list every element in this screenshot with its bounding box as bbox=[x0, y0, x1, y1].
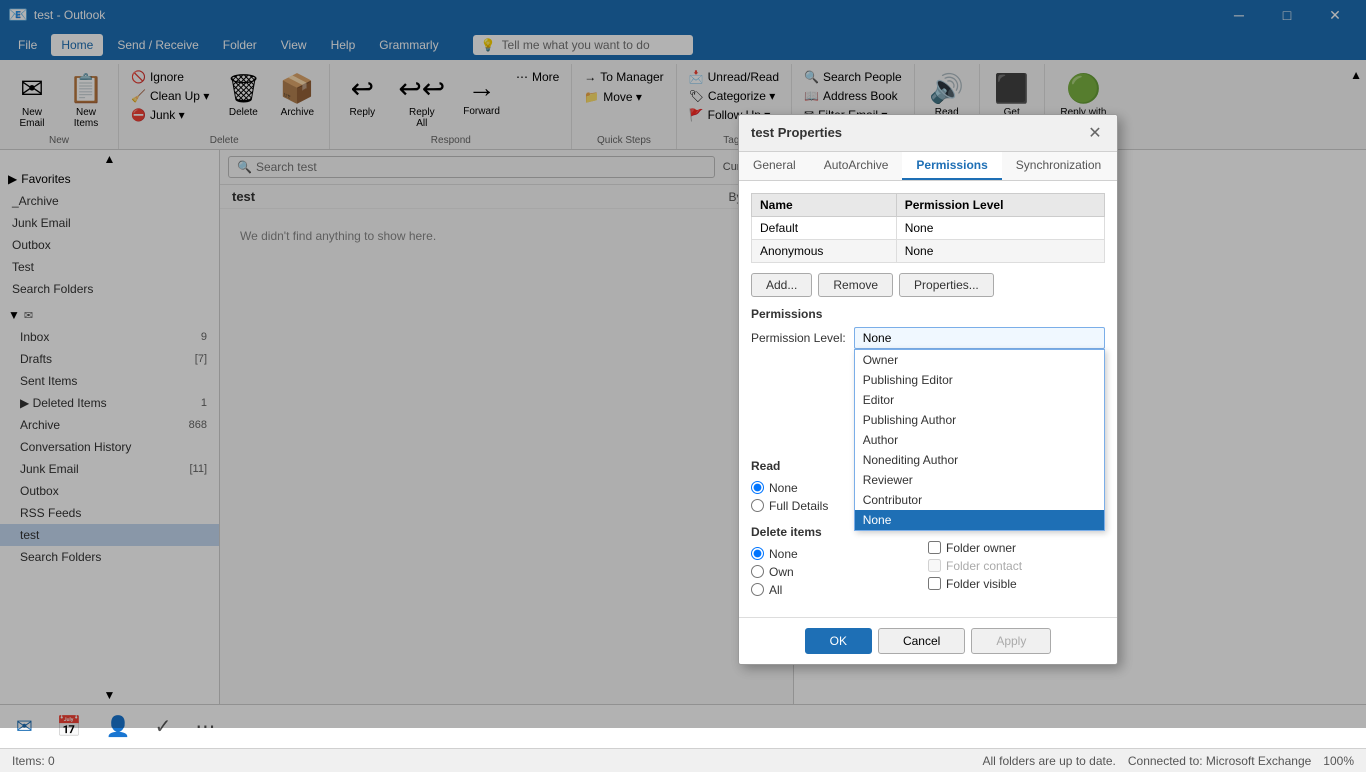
remove-button[interactable]: Remove bbox=[818, 273, 893, 297]
modal-close-button[interactable]: ✕ bbox=[1085, 123, 1105, 143]
read-none-radio[interactable] bbox=[751, 481, 764, 494]
tab-general[interactable]: General bbox=[739, 152, 810, 180]
delete-own-label: Own bbox=[769, 565, 794, 579]
status-sync: All folders are up to date. bbox=[982, 754, 1115, 768]
modal-overlay: test Properties ✕ General AutoArchive Pe… bbox=[0, 0, 1366, 728]
read-fulldetails-label: Full Details bbox=[769, 499, 828, 513]
option-editor[interactable]: Editor bbox=[855, 390, 1104, 410]
read-none-label: None bbox=[769, 481, 798, 495]
tab-synchronization[interactable]: Synchronization bbox=[1002, 152, 1115, 180]
delete-all-option[interactable]: All bbox=[751, 583, 928, 597]
folder-visible-option[interactable]: Folder visible bbox=[928, 577, 1105, 591]
delete-own-option[interactable]: Own bbox=[751, 565, 928, 579]
option-publishing-author[interactable]: Publishing Author bbox=[855, 410, 1104, 430]
delete-all-radio[interactable] bbox=[751, 583, 764, 596]
status-connection: Connected to: Microsoft Exchange bbox=[1128, 754, 1311, 768]
modal-footer: OK Cancel Apply bbox=[739, 617, 1117, 664]
folder-contact-option[interactable]: Folder contact bbox=[928, 559, 1105, 573]
status-bar: Items: 0 All folders are up to date. Con… bbox=[0, 748, 1366, 772]
perm-anonymous-level: None bbox=[896, 239, 1104, 262]
delete-all-label: All bbox=[769, 583, 782, 597]
read-fulldetails-radio[interactable] bbox=[751, 499, 764, 512]
perm-row-default: Default None bbox=[752, 216, 1105, 239]
option-author[interactable]: Author bbox=[855, 430, 1104, 450]
permissions-table: Name Permission Level Default None Anony… bbox=[751, 193, 1105, 263]
option-nonediting-author[interactable]: Nonediting Author bbox=[855, 450, 1104, 470]
perm-default-level: None bbox=[896, 216, 1104, 239]
folder-visible-check[interactable] bbox=[928, 577, 941, 590]
tab-autoarchive[interactable]: AutoArchive bbox=[810, 152, 903, 180]
modal-title-bar: test Properties ✕ bbox=[739, 115, 1117, 152]
option-none-selected[interactable]: None bbox=[855, 510, 1104, 530]
perm-anonymous-name: Anonymous bbox=[752, 239, 897, 262]
delete-none-label: None bbox=[769, 547, 798, 561]
delete-none-radio[interactable] bbox=[751, 547, 764, 560]
folder-owner-check[interactable] bbox=[928, 541, 941, 554]
option-reviewer[interactable]: Reviewer bbox=[855, 470, 1104, 490]
permission-level-label: Permission Level: bbox=[751, 331, 846, 345]
permission-buttons: Add... Remove Properties... bbox=[751, 273, 1105, 297]
perm-row-anonymous: Anonymous None bbox=[752, 239, 1105, 262]
add-button[interactable]: Add... bbox=[751, 273, 812, 297]
folder-owner-option[interactable]: Folder owner bbox=[928, 541, 1105, 555]
perm-default-name: Default bbox=[752, 216, 897, 239]
permissions-section-title: Permissions bbox=[751, 307, 1105, 321]
modal-body: Name Permission Level Default None Anony… bbox=[739, 181, 1117, 617]
option-publishing-editor[interactable]: Publishing Editor bbox=[855, 370, 1104, 390]
apply-button[interactable]: Apply bbox=[971, 628, 1051, 654]
dropdown-list: Owner Publishing Editor Editor Publishin… bbox=[854, 349, 1105, 531]
tab-permissions[interactable]: Permissions bbox=[902, 152, 1001, 180]
permission-level-row: Permission Level: None Owner Publishing … bbox=[751, 327, 1105, 349]
delete-own-radio[interactable] bbox=[751, 565, 764, 578]
properties-button[interactable]: Properties... bbox=[899, 273, 994, 297]
col-name-header: Name bbox=[752, 193, 897, 216]
option-contributor[interactable]: Contributor bbox=[855, 490, 1104, 510]
folder-contact-label: Folder contact bbox=[946, 559, 1022, 573]
modal-tabs: General AutoArchive Permissions Synchron… bbox=[739, 152, 1117, 181]
delete-none-option[interactable]: None bbox=[751, 547, 928, 561]
option-owner[interactable]: Owner bbox=[855, 350, 1104, 370]
permission-level-dropdown-container: None Owner Publishing Editor Editor Publ… bbox=[854, 327, 1105, 349]
ok-button[interactable]: OK bbox=[805, 628, 872, 654]
folder-owner-label: Folder owner bbox=[946, 541, 1016, 555]
modal-title: test Properties bbox=[751, 125, 842, 140]
permission-level-dropdown[interactable]: None bbox=[854, 327, 1105, 349]
cancel-button[interactable]: Cancel bbox=[878, 628, 965, 654]
status-zoom: 100% bbox=[1323, 754, 1354, 768]
status-items: Items: 0 bbox=[12, 754, 55, 768]
properties-dialog: test Properties ✕ General AutoArchive Pe… bbox=[738, 114, 1118, 665]
status-right: All folders are up to date. Connected to… bbox=[982, 754, 1354, 768]
folder-visible-label: Folder visible bbox=[946, 577, 1017, 591]
folder-contact-check bbox=[928, 559, 941, 572]
col-permission-header: Permission Level bbox=[896, 193, 1104, 216]
